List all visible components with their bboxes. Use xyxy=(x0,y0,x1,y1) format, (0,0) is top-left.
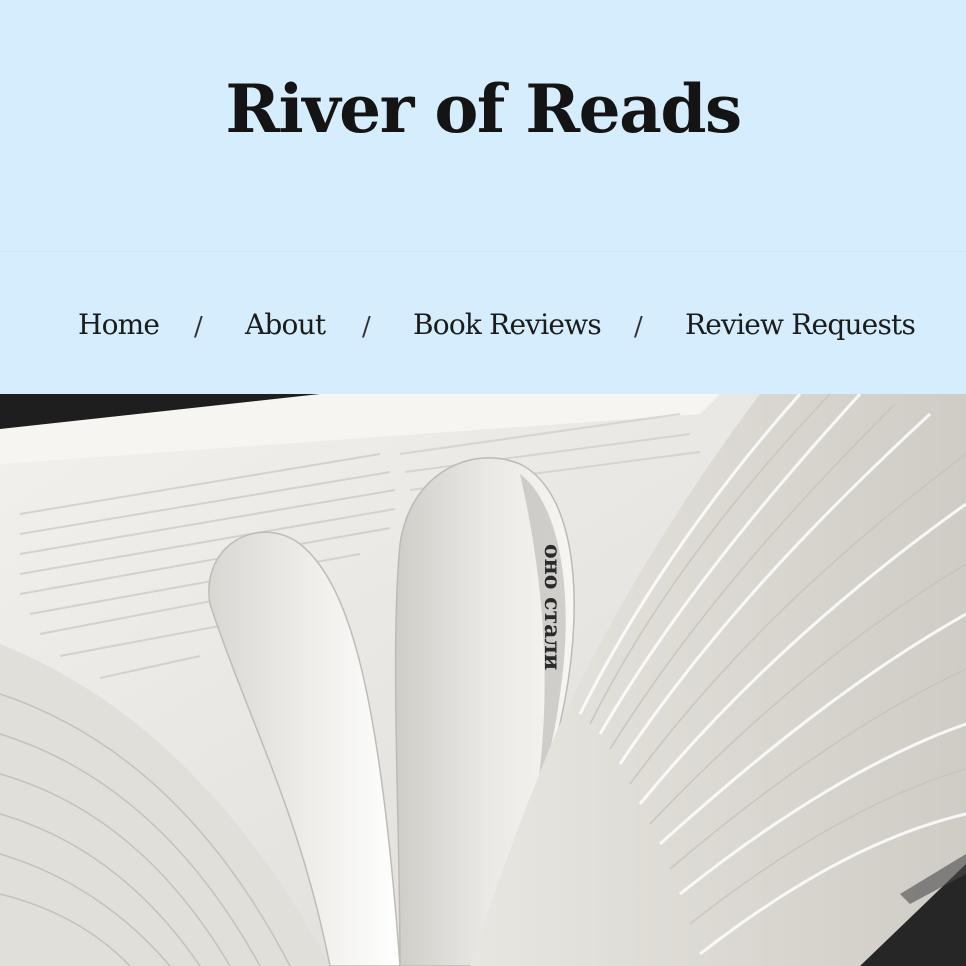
hero-image: оно стали xyxy=(0,394,966,966)
nav-item-review-requests[interactable]: Review Requests xyxy=(685,305,916,345)
nav-item-home[interactable]: Home xyxy=(78,305,160,345)
site-title-link[interactable]: River of Reads xyxy=(0,70,966,148)
site-header: River of Reads xyxy=(0,0,966,252)
nav-item-book-reviews[interactable]: Book Reviews xyxy=(413,305,602,345)
nav-separator: / xyxy=(362,312,371,342)
nav-item-about[interactable]: About xyxy=(245,305,326,345)
nav-separator: / xyxy=(194,312,203,342)
book-heart-illustration: оно стали xyxy=(0,394,966,966)
nav-separator: / xyxy=(634,312,643,342)
page-text: оно стали xyxy=(539,544,565,670)
